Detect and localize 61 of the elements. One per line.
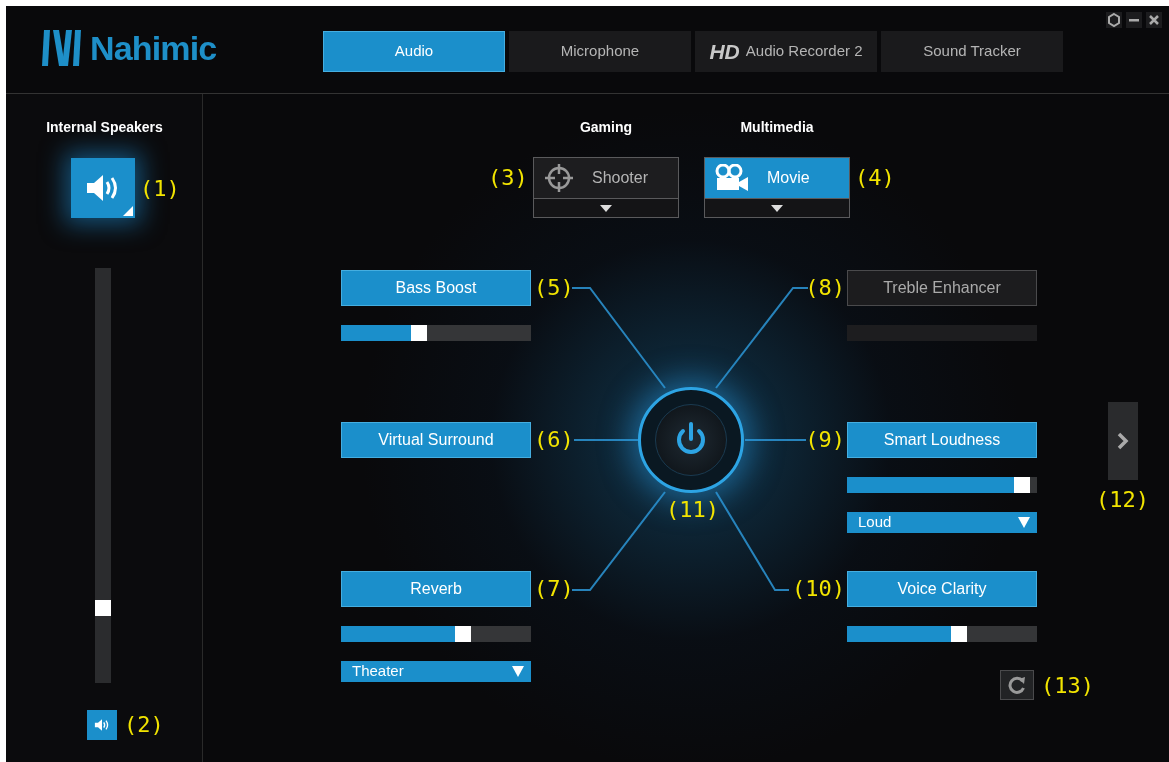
callout-number: (4) xyxy=(855,165,895,191)
video-camera-icon xyxy=(715,164,749,192)
dropdown-value: Theater xyxy=(352,661,404,682)
effect-toggle[interactable]: Bass Boost xyxy=(341,270,531,306)
tab[interactable]: Microphone xyxy=(509,31,691,72)
dropdown[interactable]: Theater xyxy=(341,661,531,682)
chevron-right-icon xyxy=(1117,432,1129,450)
logo-icon xyxy=(42,28,82,68)
slider-track[interactable] xyxy=(847,477,1037,493)
callout-number: (11) xyxy=(666,497,719,523)
refresh-icon xyxy=(1008,676,1026,694)
tab[interactable]: Audio xyxy=(323,31,505,72)
callout-number: (13) xyxy=(1041,673,1094,699)
caret-icon[interactable] xyxy=(600,204,612,212)
connector-line xyxy=(744,439,807,441)
slider-track[interactable] xyxy=(341,325,531,341)
slider-thumb[interactable] xyxy=(951,626,968,642)
crosshair-icon xyxy=(544,163,574,193)
effect-toggle[interactable]: Virtual Surround xyxy=(341,422,531,458)
slider-track[interactable] xyxy=(341,626,531,642)
preset-category: Multimedia xyxy=(739,118,815,137)
minimize-icon[interactable] xyxy=(1126,12,1142,28)
dropdown[interactable]: Loud xyxy=(847,512,1037,533)
mute-button[interactable] xyxy=(87,710,117,740)
callout-number: (9) xyxy=(805,427,845,453)
preset-name: Movie xyxy=(767,168,810,188)
dropdown-value: Loud xyxy=(858,512,892,533)
close-icon[interactable] xyxy=(1146,12,1162,28)
effect-toggle[interactable]: Voice Clarity xyxy=(847,571,1037,607)
preset-selector[interactable]: Movie xyxy=(704,157,850,218)
power-button[interactable] xyxy=(638,387,744,493)
app-logo-text: Nahimic xyxy=(90,28,217,68)
preset-selector[interactable]: Shooter xyxy=(533,157,679,218)
callout-number: (6) xyxy=(534,427,574,453)
effect-toggle[interactable]: Treble Enhancer xyxy=(847,270,1037,306)
speaker-button[interactable] xyxy=(71,158,135,218)
tab[interactable]: Sound Tracker xyxy=(881,31,1063,72)
callout-number: (10) xyxy=(792,576,845,602)
preset-name: Shooter xyxy=(592,168,649,188)
slider-track[interactable] xyxy=(847,626,1037,642)
callout-number: (3) xyxy=(488,165,528,191)
caret-icon[interactable] xyxy=(771,204,783,212)
settings-icon[interactable] xyxy=(1106,12,1122,28)
callout-number: (12) xyxy=(1096,487,1149,513)
speaker-icon xyxy=(94,718,110,732)
corner-triangle-icon xyxy=(123,206,133,216)
slider-thumb[interactable] xyxy=(95,600,111,617)
volume-slider-track[interactable] xyxy=(95,268,111,683)
device-name: Internal Speakers xyxy=(45,118,164,137)
effect-toggle[interactable]: Smart Loudness xyxy=(847,422,1037,458)
connector-line xyxy=(573,439,639,441)
reset-button[interactable] xyxy=(1000,670,1034,700)
callout-number: (2) xyxy=(124,712,164,738)
preset-category: Gaming xyxy=(578,118,634,137)
effect-toggle[interactable]: Reverb xyxy=(341,571,531,607)
callout-number: (8) xyxy=(805,275,845,301)
next-button[interactable] xyxy=(1108,402,1138,480)
callout-number: (1) xyxy=(140,176,180,202)
callout-number: (7) xyxy=(534,576,574,602)
callout-number: (5) xyxy=(534,275,574,301)
tab[interactable]: HD Audio Recorder 2 xyxy=(695,31,877,72)
